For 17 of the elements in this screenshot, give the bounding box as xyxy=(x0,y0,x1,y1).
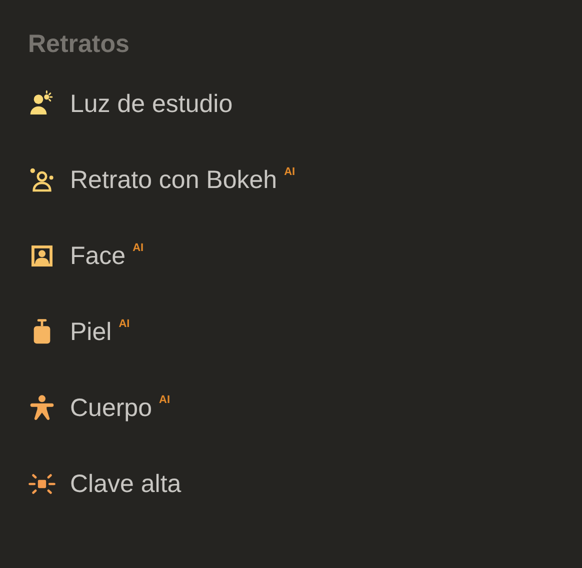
ai-label: AI xyxy=(284,166,296,178)
item-label: Retrato con Bokeh xyxy=(70,166,278,194)
ai-label: AI xyxy=(159,394,170,406)
menu-item[interactable]: Piel AI xyxy=(28,294,582,370)
item-label: Cuerpo xyxy=(70,394,152,422)
ai-label: AI xyxy=(132,242,144,254)
item-label: Clave alta xyxy=(70,470,182,498)
menu-item[interactable]: Face AI xyxy=(28,218,582,294)
item-label: Luz de estudio xyxy=(70,90,233,118)
item-label: Piel xyxy=(70,318,112,346)
menu-item[interactable]: Retrato con Bokeh AI xyxy=(28,142,582,218)
menu-item[interactable]: Luz de estudio xyxy=(28,66,582,142)
item-label: Face xyxy=(70,242,126,270)
menu-item[interactable]: Cuerpo AI xyxy=(28,370,582,446)
menu-item[interactable]: Clave alta xyxy=(28,446,582,522)
section-title: Retratos xyxy=(28,29,130,60)
ai-label: AI xyxy=(118,318,130,330)
